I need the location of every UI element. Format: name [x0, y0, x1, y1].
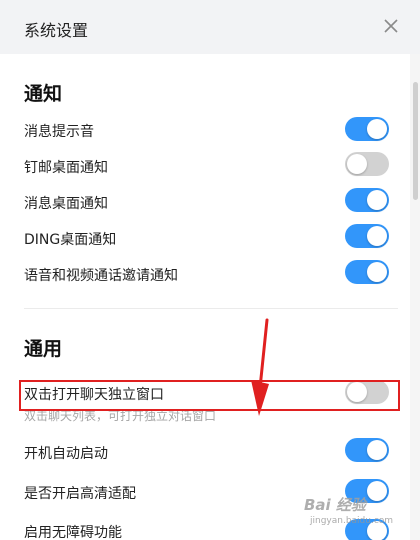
toggle-knob: [367, 262, 387, 282]
toggle-knob: [367, 190, 387, 210]
annotation-arrow-icon: [251, 318, 269, 416]
setting-label-message-desktop: 消息桌面通知: [24, 196, 108, 212]
toggle-mail-desktop[interactable]: [345, 152, 389, 176]
setting-label-call-invite: 语音和视频通话邀请通知: [24, 268, 178, 284]
scrollbar-thumb[interactable]: [413, 82, 418, 200]
setting-label-mail-desktop: 钉邮桌面通知: [24, 160, 108, 176]
window-title: 系统设置: [24, 21, 89, 40]
highlight-box: [19, 380, 400, 411]
toggle-message-sound[interactable]: [345, 117, 389, 141]
toggle-knob: [367, 119, 387, 139]
toggle-ding-desktop[interactable]: [345, 224, 389, 248]
close-icon[interactable]: [382, 17, 400, 35]
toggle-knob: [367, 440, 387, 460]
setting-label-auto-start: 开机自动启动: [24, 446, 108, 462]
setting-label-accessibility: 启用无障碍功能: [24, 525, 122, 540]
title-bar: 系统设置: [0, 0, 420, 54]
watermark: Bai 经验: [304, 496, 366, 514]
section-divider: [24, 308, 398, 309]
setting-label-hd-adapt: 是否开启高清适配: [24, 486, 136, 502]
watermark-sub: jingyan.baidu.com: [310, 516, 394, 526]
section-title-notify: 通知: [24, 83, 63, 105]
setting-label-message-sound: 消息提示音: [24, 124, 94, 140]
toggle-knob: [347, 154, 367, 174]
settings-content: 通知 消息提示音 钉邮桌面通知 消息桌面通知 DING桌面通知 语音和视频通话邀…: [0, 54, 410, 540]
toggle-knob: [367, 481, 387, 501]
toggle-call-invite[interactable]: [345, 260, 389, 284]
section-title-general: 通用: [24, 338, 63, 360]
setting-label-ding-desktop: DING桌面通知: [24, 232, 117, 248]
toggle-auto-start[interactable]: [345, 438, 389, 462]
toggle-knob: [367, 226, 387, 246]
scrollbar[interactable]: [410, 54, 420, 540]
toggle-message-desktop[interactable]: [345, 188, 389, 212]
